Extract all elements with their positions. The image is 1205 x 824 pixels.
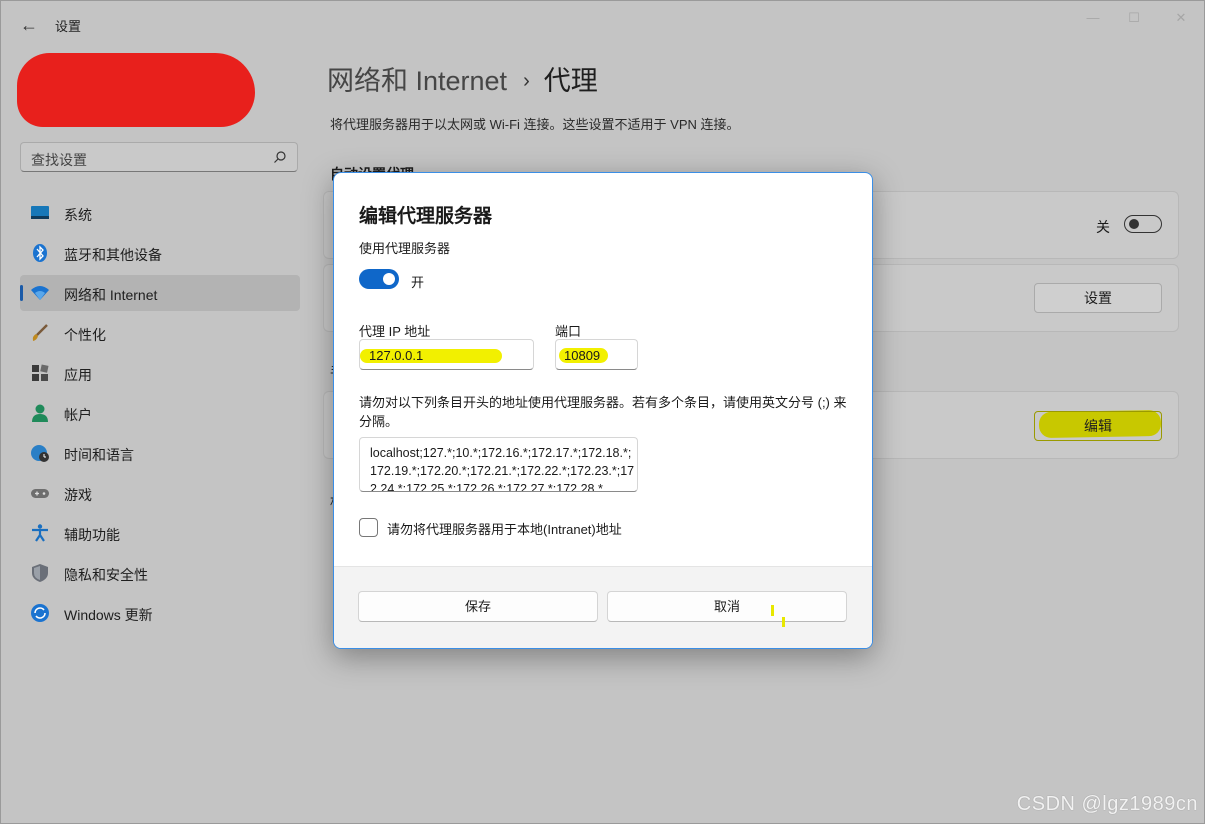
sidebar-nav: 系统 蓝牙和其他设备 网络和 Internet 个性化 应用 帐户 时间和语言 — [20, 195, 300, 635]
globe-clock-icon — [31, 445, 49, 462]
sidebar-item-label: 游戏 — [64, 487, 92, 503]
sidebar-item-label: 网络和 Internet — [64, 287, 158, 303]
dialog-title: 编辑代理服务器 — [359, 206, 493, 227]
sidebar-item-gaming[interactable]: 游戏 — [20, 475, 300, 511]
brush-icon — [32, 324, 48, 341]
highlight-mark — [782, 617, 785, 627]
sidebar-item-privacy[interactable]: 隐私和安全性 — [20, 555, 300, 591]
ip-address-input[interactable]: 127.0.0.1 — [359, 339, 534, 370]
arrow-left-icon: ← — [20, 15, 38, 35]
auto-detect-state: 关 — [1096, 219, 1110, 235]
close-button[interactable]: ✕ — [1166, 9, 1196, 27]
breadcrumb-parent[interactable]: 网络和 Internet — [327, 66, 507, 96]
search-placeholder: 查找设置 — [31, 152, 87, 168]
sidebar-item-label: 帐户 — [64, 407, 92, 423]
sidebar-item-label: 时间和语言 — [64, 447, 134, 463]
sidebar-item-label: 应用 — [64, 367, 92, 383]
close-icon: ✕ — [1175, 10, 1187, 25]
bluetooth-icon — [33, 244, 47, 262]
sidebar-item-accounts[interactable]: 帐户 — [20, 395, 300, 431]
monitor-icon — [31, 206, 49, 219]
chevron-right-icon: › — [523, 70, 530, 92]
breadcrumb: 网络和 Internet › 代理 — [327, 59, 598, 98]
person-icon — [32, 404, 48, 422]
maximize-icon: ☐ — [1128, 10, 1140, 25]
page-title: 代理 — [543, 66, 598, 96]
sidebar-item-label: 隐私和安全性 — [64, 567, 148, 583]
sync-icon — [31, 604, 49, 622]
sidebar-item-windows-update[interactable]: Windows 更新 — [20, 595, 300, 631]
sidebar-item-time-language[interactable]: 时间和语言 — [20, 435, 300, 471]
edit-button[interactable]: 编辑 — [1034, 411, 1162, 441]
sidebar-item-label: 系统 — [64, 207, 92, 223]
watermark: CSDN @lgz1989cn — [1016, 793, 1198, 815]
sidebar-item-apps[interactable]: 应用 — [20, 355, 300, 391]
app-title: 设置 — [55, 19, 82, 34]
exclusion-list-value: localhost;127.*;10.*;172.16.*;172.17.*;1… — [370, 446, 635, 492]
gamepad-icon — [31, 489, 49, 498]
highlight-mark — [771, 605, 774, 616]
sidebar-item-accessibility[interactable]: 辅助功能 — [20, 515, 300, 551]
shield-icon — [32, 564, 48, 582]
sidebar-item-system[interactable]: 系统 — [20, 195, 300, 231]
back-button[interactable]: ← — [17, 13, 41, 37]
minimize-icon: — — [1086, 10, 1100, 25]
port-label: 端口 — [555, 324, 582, 339]
setup-button[interactable]: 设置 — [1034, 283, 1162, 313]
page-subtitle: 将代理服务器用于以太网或 Wi-Fi 连接。这些设置不适用于 VPN 连接。 — [330, 117, 740, 132]
port-value: 10809 — [564, 348, 601, 363]
search-icon — [274, 151, 286, 163]
sidebar-item-label: 辅助功能 — [64, 527, 120, 543]
cancel-button[interactable]: 取消 — [607, 591, 847, 622]
redacted-account-area — [17, 53, 255, 127]
ip-label: 代理 IP 地址 — [359, 324, 431, 339]
auto-detect-toggle[interactable] — [1124, 215, 1162, 233]
edit-proxy-dialog: 编辑代理服务器 使用代理服务器 开 代理 IP 地址 127.0.0.1 端口 … — [333, 172, 873, 649]
local-address-label[interactable]: 请勿将代理服务器用于本地(Intranet)地址 — [387, 519, 622, 538]
local-address-checkbox[interactable] — [359, 518, 378, 537]
exclusion-list-input[interactable]: localhost;127.*;10.*;172.16.*;172.17.*;1… — [359, 437, 638, 492]
use-proxy-toggle[interactable] — [359, 269, 399, 289]
sidebar-item-network[interactable]: 网络和 Internet — [20, 275, 300, 311]
sidebar-item-label: Windows 更新 — [64, 607, 153, 623]
title-bar: ← 设置 — ☐ ✕ — [1, 1, 1204, 47]
port-input[interactable]: 10809 — [555, 339, 638, 370]
minimize-button[interactable]: — — [1078, 9, 1108, 27]
search-input[interactable]: 查找设置 — [20, 142, 298, 172]
sidebar-item-bluetooth[interactable]: 蓝牙和其他设备 — [20, 235, 300, 271]
apps-icon — [32, 364, 49, 381]
dialog-footer: 保存 取消 — [334, 566, 872, 648]
accessibility-icon — [32, 524, 48, 542]
sidebar-item-label: 个性化 — [64, 327, 106, 343]
ip-address-value: 127.0.0.1 — [369, 348, 424, 363]
exclusion-description: 请勿对以下列条目开头的地址使用代理服务器。若有多个条目，请使用英文分号 (;) … — [359, 395, 847, 429]
sidebar-item-personalization[interactable]: 个性化 — [20, 315, 300, 351]
maximize-button[interactable]: ☐ — [1119, 9, 1149, 27]
use-proxy-state: 开 — [411, 275, 425, 290]
use-proxy-label: 使用代理服务器 — [359, 241, 451, 256]
save-button[interactable]: 保存 — [358, 591, 598, 622]
sidebar-item-label: 蓝牙和其他设备 — [64, 247, 162, 263]
wifi-icon — [31, 286, 49, 300]
